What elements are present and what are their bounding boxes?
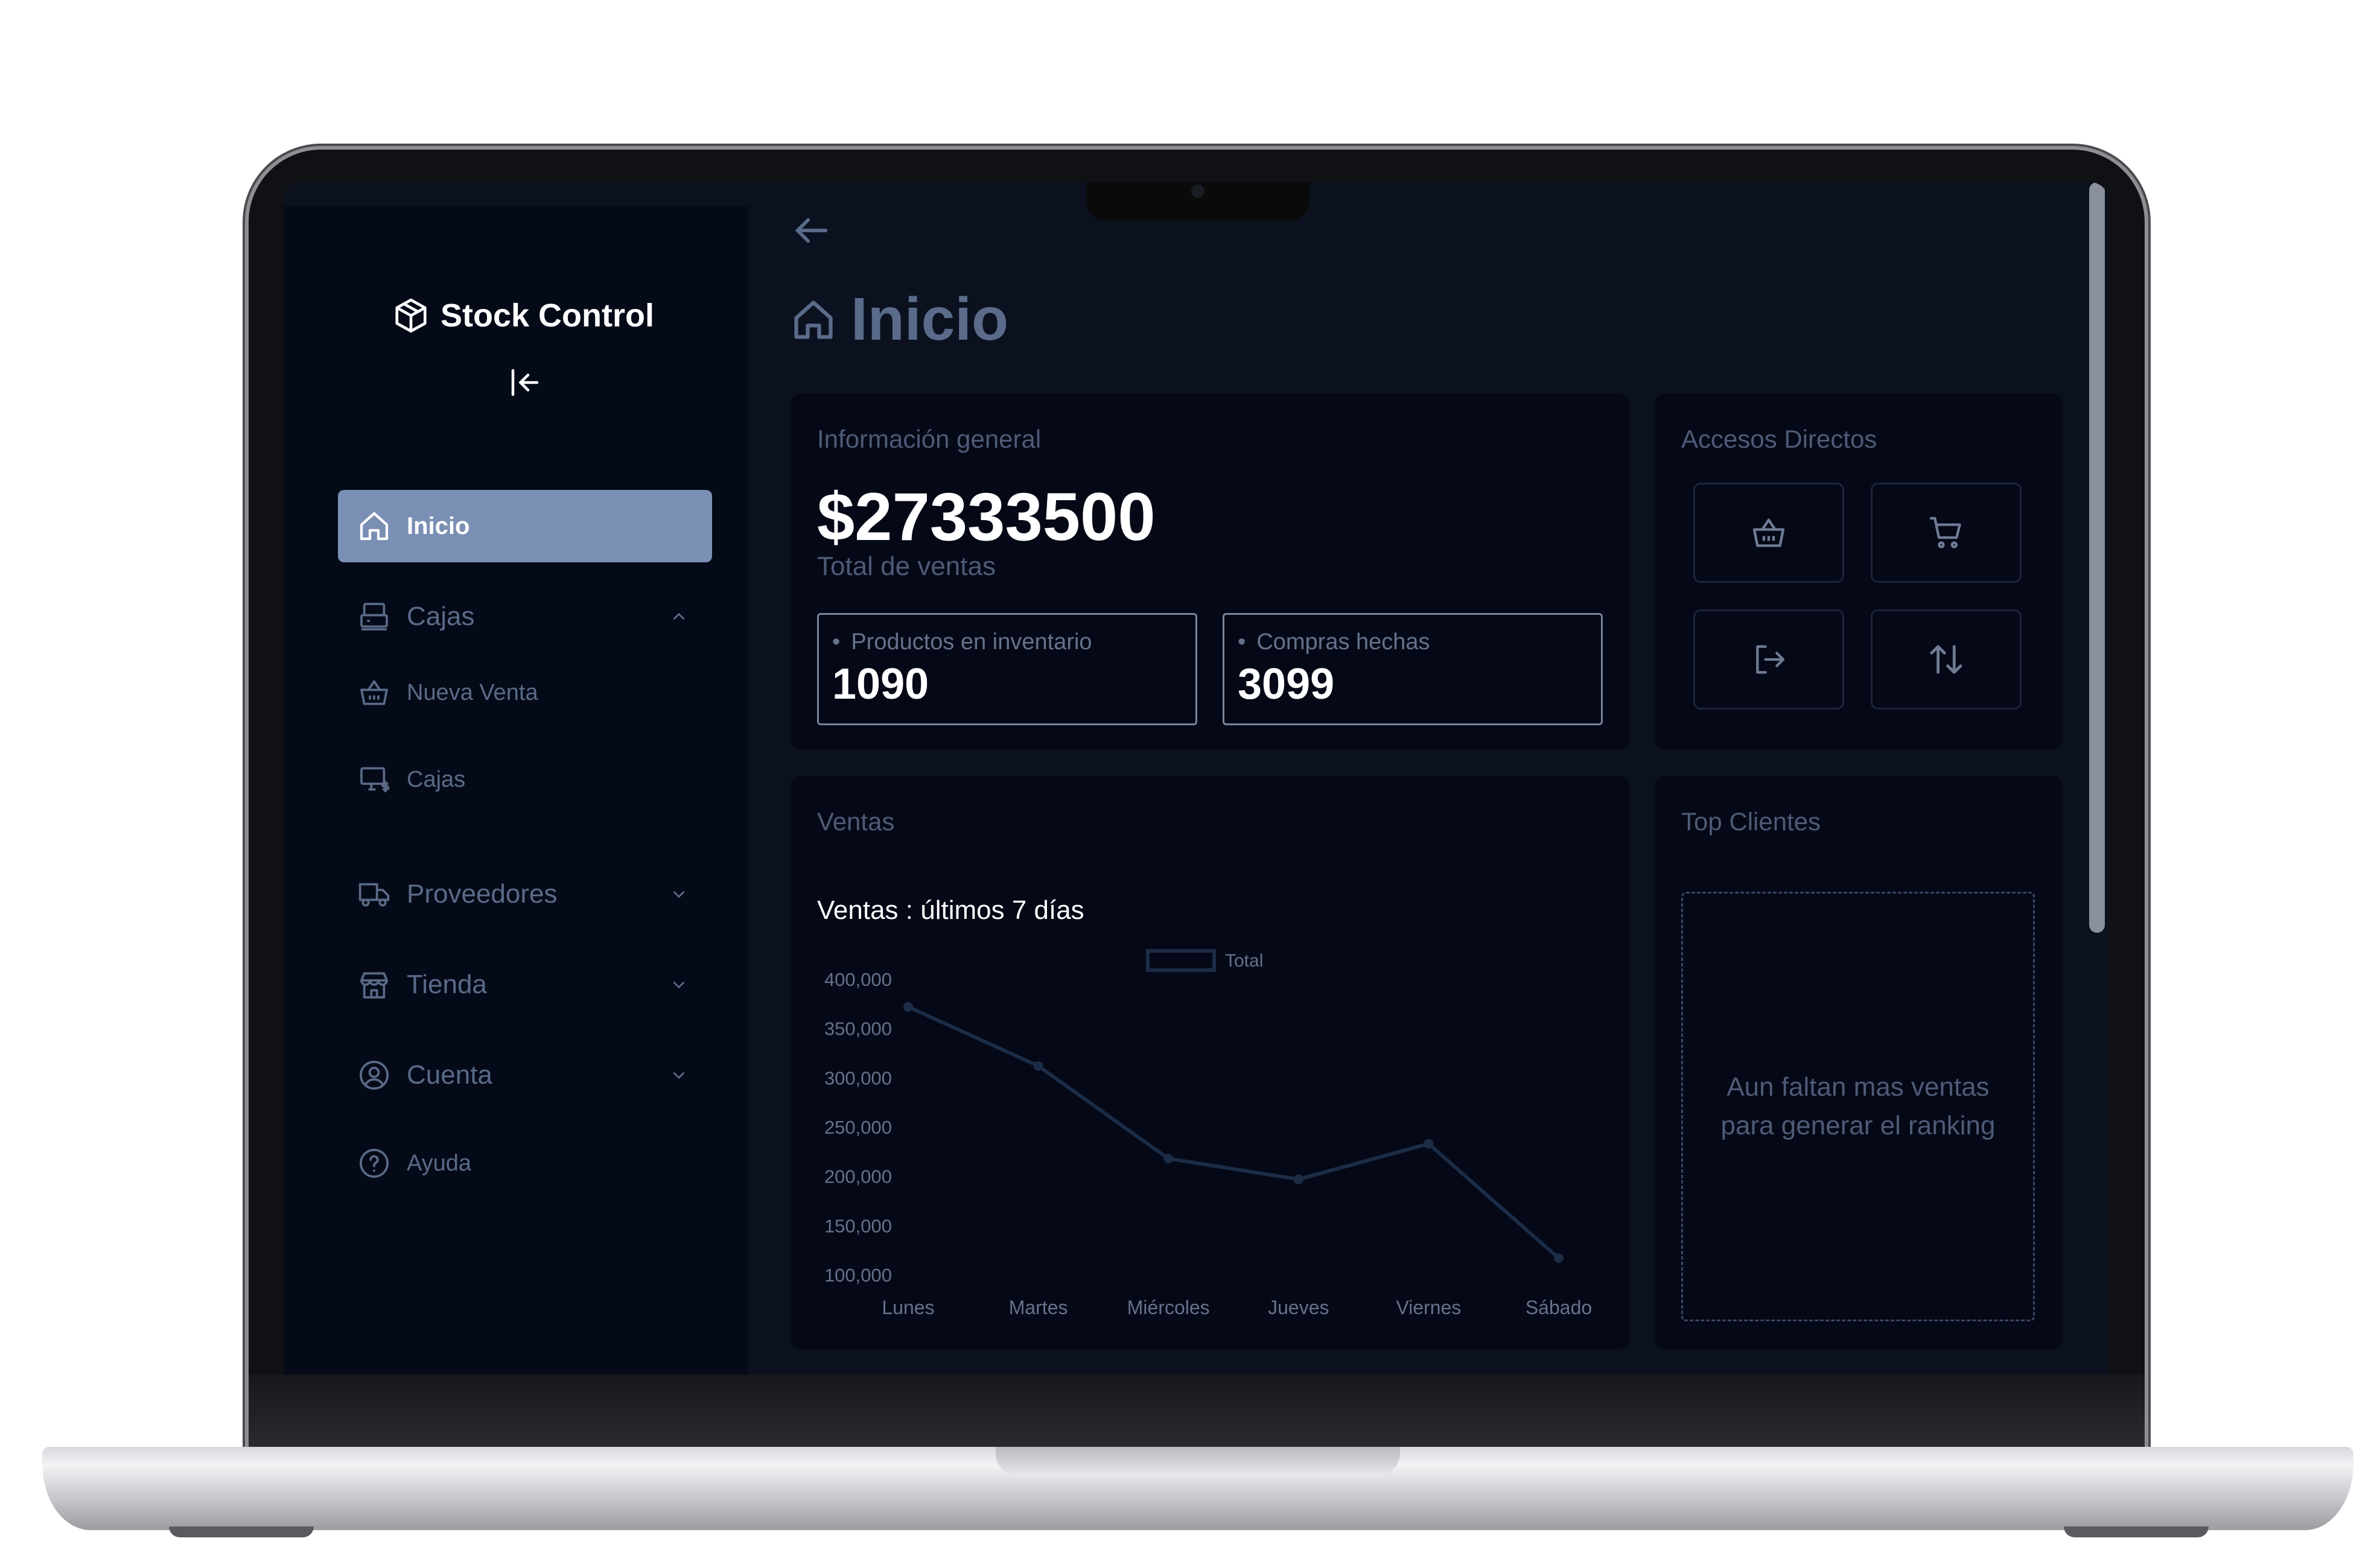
brand-name: Stock Control bbox=[441, 297, 655, 334]
sidebar-item-cajas[interactable]: Cajas bbox=[338, 743, 712, 816]
data-point bbox=[903, 1002, 913, 1012]
swap-vertical-icon bbox=[1930, 645, 1962, 674]
x-tick-label: Jueves bbox=[1268, 1297, 1329, 1318]
chevron-down-icon bbox=[673, 981, 685, 989]
y-tick-label: 400,000 bbox=[824, 969, 892, 990]
truck-icon bbox=[358, 883, 390, 907]
sales-line-chart: 400,000 350,000 300,000 250,000 200,000 150,0… bbox=[824, 949, 1592, 1318]
data-point bbox=[1293, 1174, 1303, 1184]
ranking-empty-state: Aun faltan mas ventas para generar el ra… bbox=[1681, 892, 2035, 1321]
cart-icon bbox=[1930, 516, 1961, 548]
back-arrow-icon[interactable] bbox=[791, 209, 833, 252]
camera bbox=[1191, 185, 1204, 198]
box-logo-icon bbox=[395, 298, 427, 333]
laptop-foot-right bbox=[2064, 1526, 2209, 1537]
collapse-sidebar-icon[interactable] bbox=[507, 364, 543, 401]
card-title: Accesos Directos bbox=[1681, 425, 1877, 453]
screen: Stock Control Inicio Cajas Nueva Venta C… bbox=[284, 182, 2108, 1374]
top-clients-card: Top Clientes Aun faltan mas ventas para … bbox=[1655, 776, 2063, 1349]
total-sales-label: Total de ventas bbox=[817, 551, 996, 581]
page-title: Inicio bbox=[791, 285, 1008, 354]
y-tick-label: 100,000 bbox=[824, 1265, 892, 1286]
data-point bbox=[1033, 1061, 1043, 1071]
laptop-chin bbox=[249, 1374, 2145, 1447]
stat-purchases: Compras hechas 3099 bbox=[1223, 613, 1603, 725]
stat-label: Compras hechas bbox=[1238, 629, 1430, 655]
sales-card: Ventas Ventas : últimos 7 días 400,000 35… bbox=[791, 776, 1629, 1349]
stat-inventory: Productos en inventario 1090 bbox=[817, 613, 1197, 725]
basket-icon bbox=[1752, 518, 1785, 547]
stat-value: 3099 bbox=[1238, 660, 1335, 708]
data-point bbox=[1424, 1139, 1434, 1149]
sidebar-item-cuenta[interactable]: Cuenta bbox=[338, 1039, 712, 1111]
sidebar-item-cajas-group[interactable]: Cajas bbox=[338, 580, 712, 653]
sidebar-item-label: Cajas bbox=[407, 602, 475, 631]
data-point bbox=[1163, 1154, 1174, 1164]
sidebar-item-label: Tienda bbox=[407, 970, 487, 999]
sidebar-item-label: Cajas bbox=[407, 766, 466, 792]
register-icon bbox=[360, 603, 388, 631]
shortcut-cart-button[interactable] bbox=[1871, 483, 2022, 583]
total-sales-value: $27333500 bbox=[817, 479, 1156, 554]
legend-swatch bbox=[1146, 949, 1216, 972]
chevron-down-icon bbox=[673, 1072, 685, 1079]
sidebar-item-ayuda[interactable]: Ayuda bbox=[338, 1127, 712, 1199]
sidebar-item-label: Inicio bbox=[407, 512, 470, 539]
sidebar-item-label: Cuenta bbox=[407, 1060, 492, 1090]
sidebar-item-inicio[interactable]: Inicio bbox=[338, 490, 712, 562]
help-icon bbox=[359, 1148, 389, 1178]
stat-value: 1090 bbox=[832, 660, 929, 708]
stat-label: Productos en inventario bbox=[832, 629, 1092, 655]
x-tick-label: Martes bbox=[1009, 1297, 1068, 1318]
sidebar-item-label: Nueva Venta bbox=[407, 679, 538, 705]
brand: Stock Control bbox=[392, 297, 654, 334]
data-point bbox=[1554, 1253, 1564, 1263]
y-tick-label: 300,000 bbox=[824, 1067, 892, 1088]
sidebar-item-proveedores[interactable]: Proveedores bbox=[338, 858, 712, 930]
card-title: Top Clientes bbox=[1681, 807, 1821, 836]
x-tick-label: Sábado bbox=[1526, 1297, 1592, 1318]
home-icon bbox=[360, 512, 389, 541]
chevron-down-icon bbox=[673, 891, 685, 898]
store-icon bbox=[360, 972, 388, 999]
chevron-up-icon bbox=[673, 612, 685, 620]
scrollbar[interactable] bbox=[2089, 182, 2105, 933]
basket-icon bbox=[360, 680, 388, 705]
monitor-cash-icon bbox=[360, 767, 390, 792]
laptop-base-notch bbox=[996, 1447, 1400, 1477]
general-info-card: Información general $27333500 Total de v… bbox=[791, 393, 1629, 749]
sidebar-item-tienda[interactable]: Tienda bbox=[338, 948, 712, 1021]
y-tick-label: 250,000 bbox=[824, 1117, 892, 1138]
legend-label: Total bbox=[1225, 951, 1263, 971]
shortcuts-card: Accesos Directos bbox=[1655, 393, 2063, 749]
x-tick-label: Miércoles bbox=[1127, 1297, 1210, 1318]
home-icon bbox=[794, 300, 833, 339]
sidebar: Stock Control Inicio Cajas Nueva Venta C… bbox=[284, 206, 748, 1374]
sidebar-item-label: Proveedores bbox=[407, 879, 558, 909]
series-line-total bbox=[907, 1005, 1560, 1260]
y-tick-label: 350,000 bbox=[824, 1018, 892, 1040]
user-circle-icon bbox=[359, 1060, 389, 1090]
x-tick-label: Lunes bbox=[882, 1297, 934, 1318]
shortcut-logout-button[interactable] bbox=[1693, 609, 1844, 710]
x-tick-label: Viernes bbox=[1396, 1297, 1461, 1318]
sidebar-item-nueva-venta[interactable]: Nueva Venta bbox=[338, 656, 712, 729]
card-title: Información general bbox=[817, 425, 1042, 453]
shortcut-transfer-button[interactable] bbox=[1871, 609, 2022, 710]
page-title-text: Inicio bbox=[851, 285, 1009, 353]
shortcut-new-sale-button[interactable] bbox=[1693, 483, 1844, 583]
logout-icon bbox=[1756, 645, 1785, 674]
sidebar-item-label: Ayuda bbox=[407, 1150, 472, 1176]
laptop-foot-left bbox=[169, 1526, 314, 1537]
y-tick-label: 200,000 bbox=[824, 1166, 892, 1187]
y-tick-label: 150,000 bbox=[824, 1215, 892, 1236]
